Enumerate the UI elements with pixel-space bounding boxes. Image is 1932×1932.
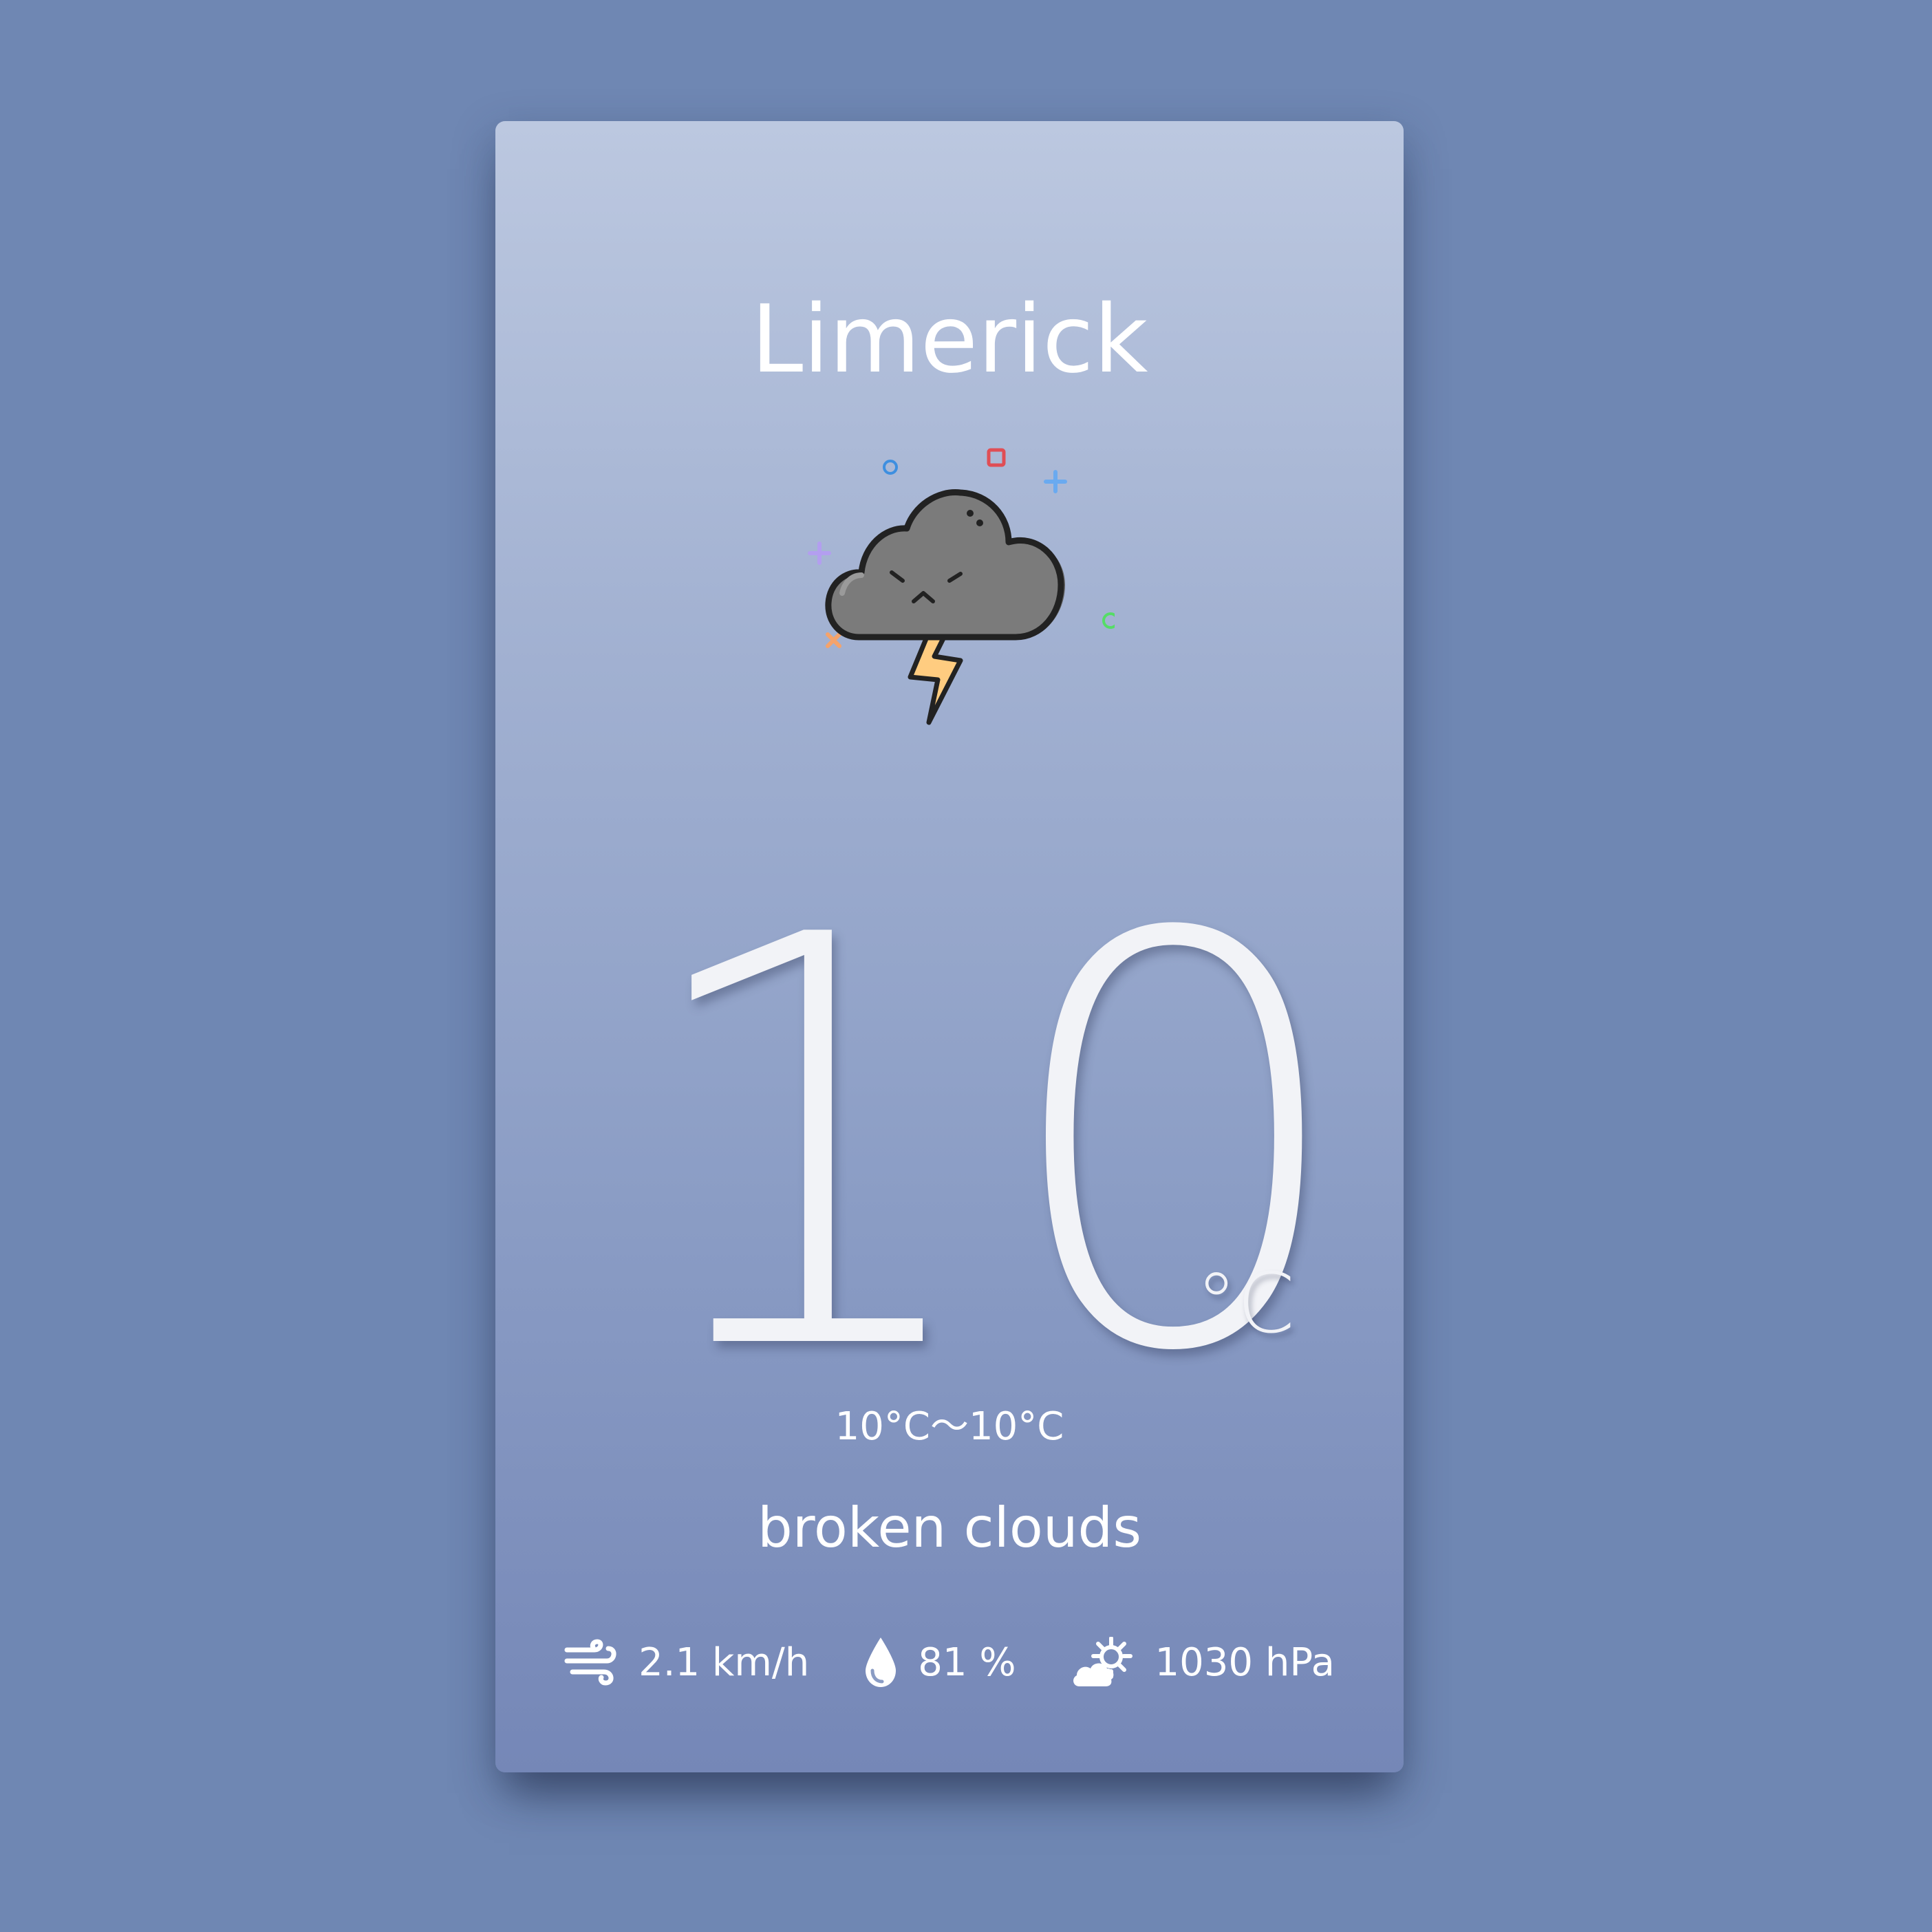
temperature-value: 10 xyxy=(630,818,1362,1474)
weather-description: broken clouds xyxy=(757,1496,1141,1560)
temperature-display: 10 °C xyxy=(495,837,1404,1456)
wind-stat: 2.1 km/h xyxy=(564,1639,809,1686)
temperature-unit: °C xyxy=(1196,1256,1295,1352)
temperature-range: 10°C～10°C xyxy=(835,1404,1064,1449)
weather-card: Limerick 10 °C 10°C～10°C broken clouds 2… xyxy=(495,121,1404,1772)
wind-speed: 2.1 km/h xyxy=(638,1640,810,1685)
weather-stats: 2.1 km/h 81 % 1030 hPa xyxy=(495,1621,1404,1704)
pressure-value: 1030 hPa xyxy=(1155,1640,1335,1685)
humidity-stat: 81 % xyxy=(863,1636,1016,1688)
wind-icon xyxy=(564,1639,619,1686)
thunderstorm-cloud-icon xyxy=(784,307,1119,747)
partly-cloudy-icon xyxy=(1070,1637,1136,1688)
water-drop-icon xyxy=(863,1636,899,1688)
humidity-value: 81 % xyxy=(918,1640,1016,1685)
pressure-stat: 1030 hPa xyxy=(1070,1637,1335,1688)
